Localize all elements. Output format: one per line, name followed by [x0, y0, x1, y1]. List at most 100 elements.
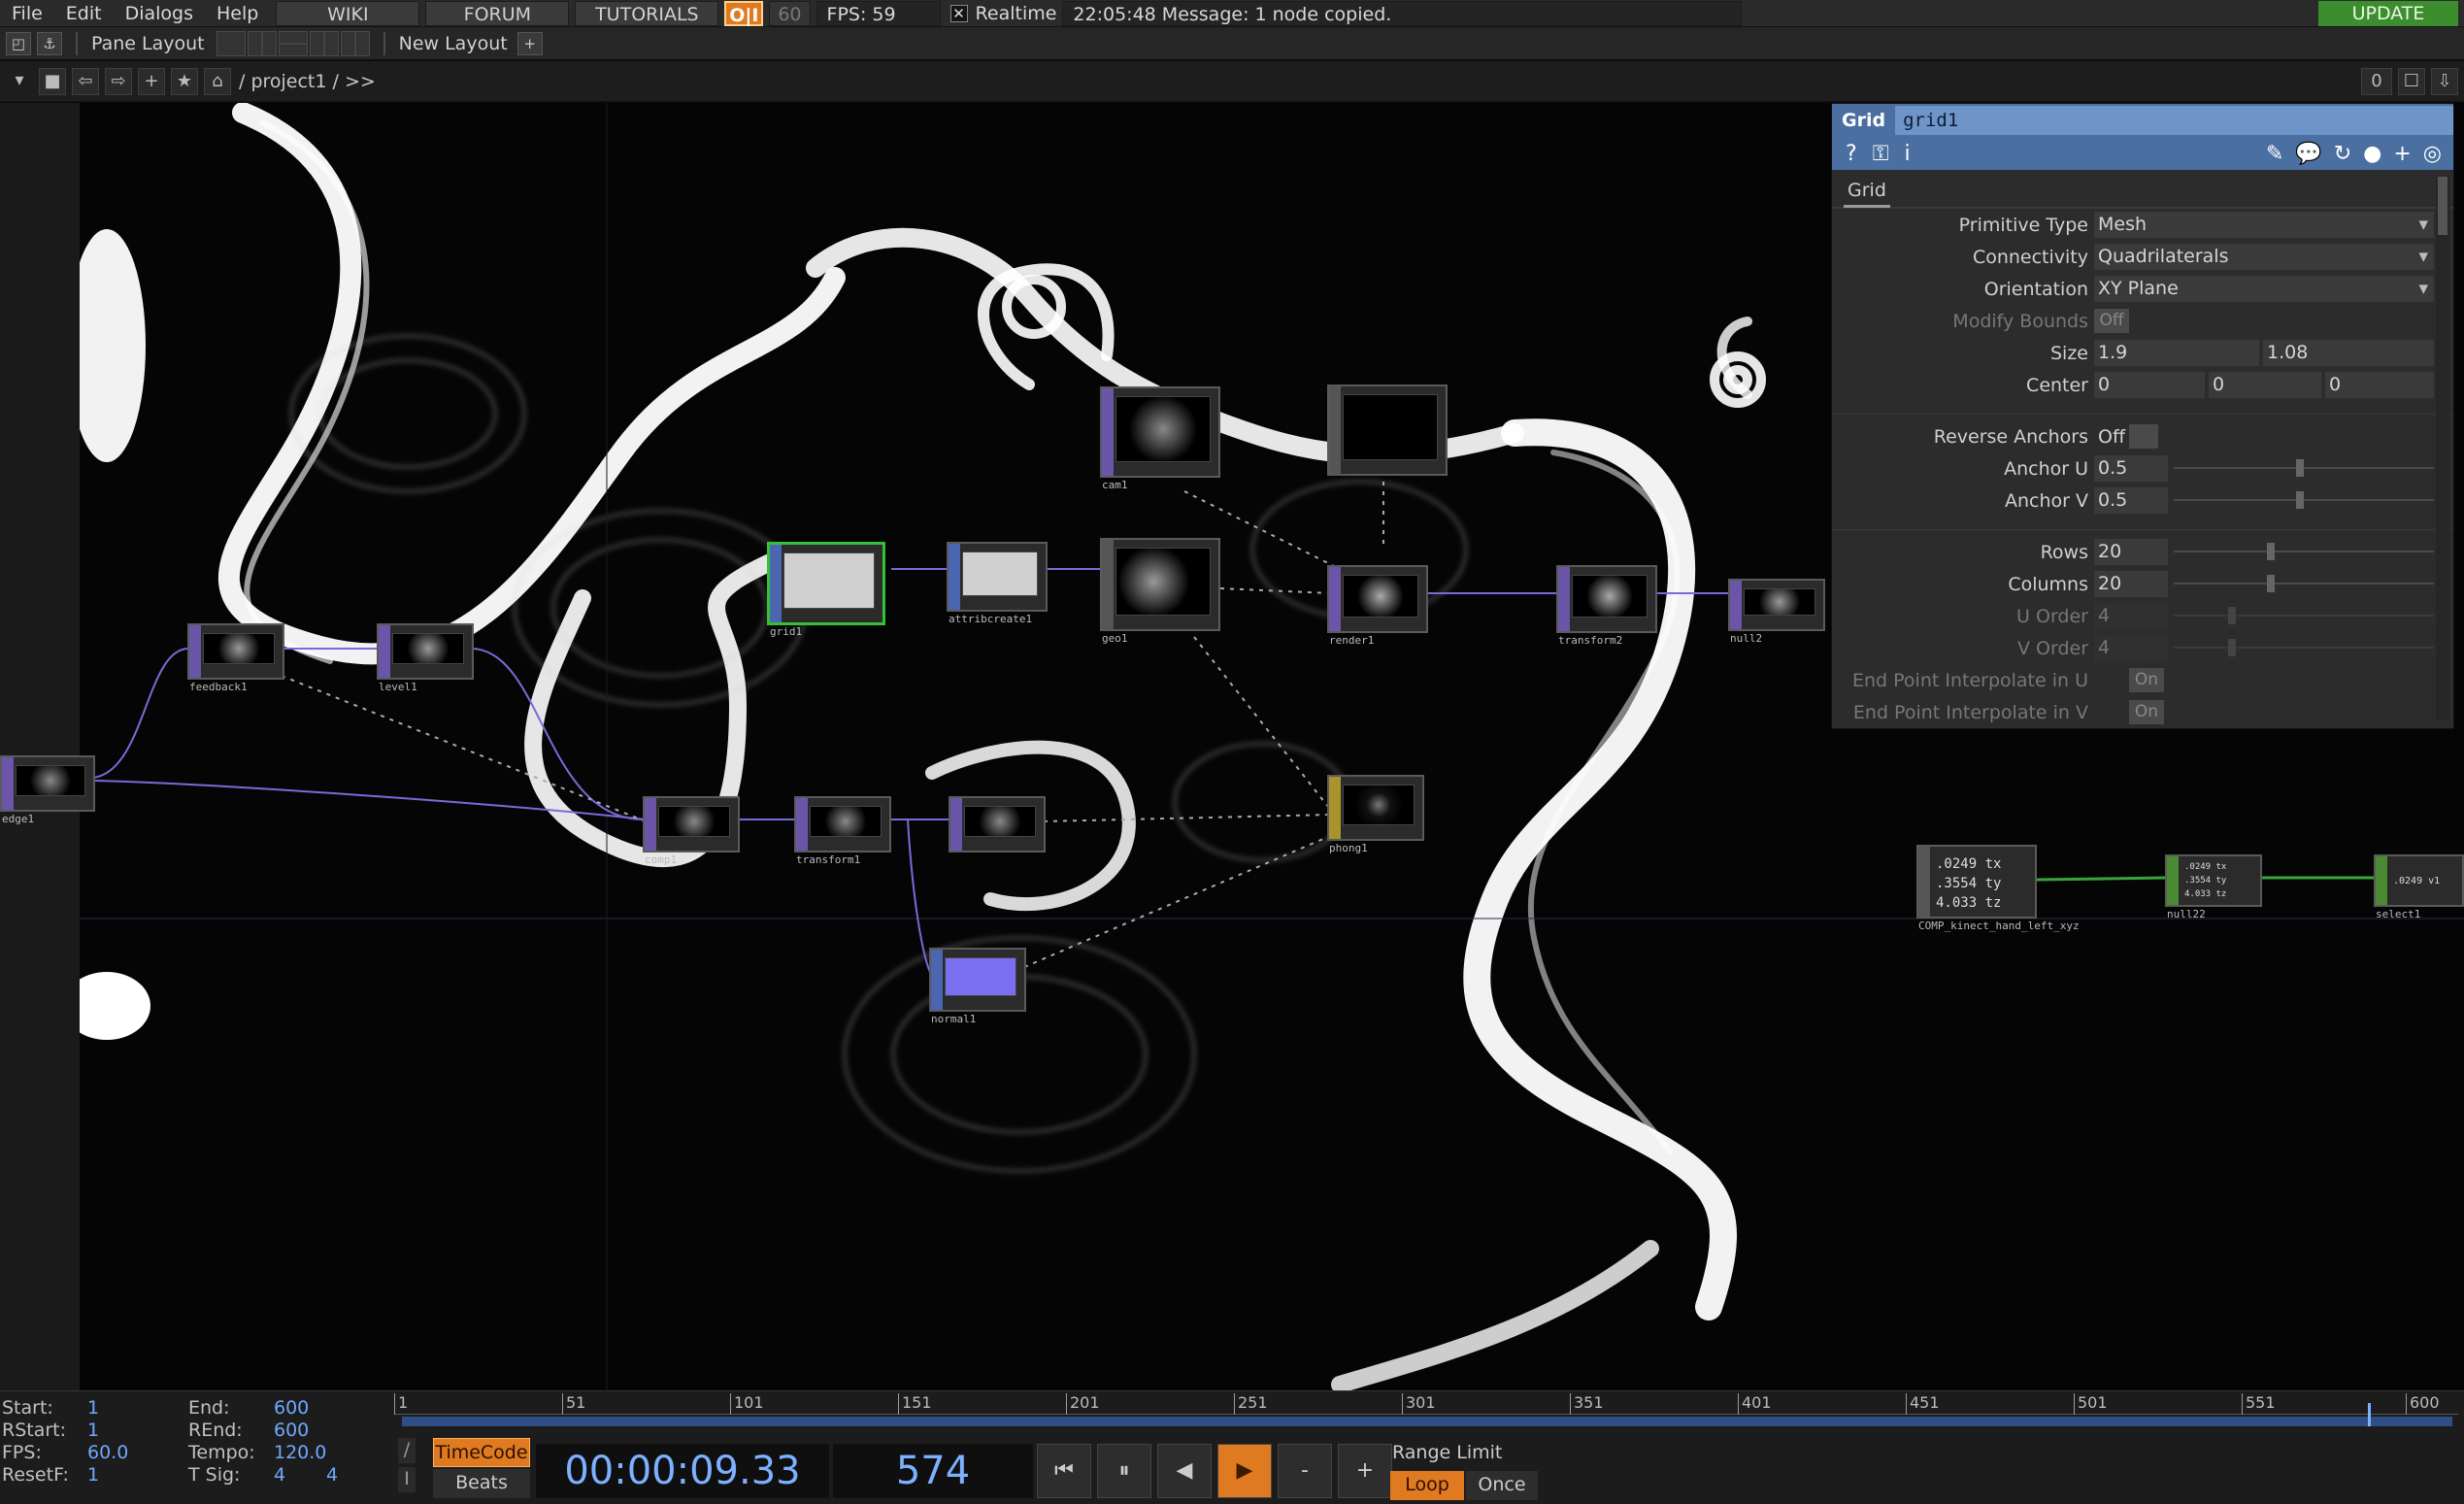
node-input[interactable]	[1918, 847, 1930, 917]
node-input[interactable]	[770, 545, 782, 622]
node-input[interactable]	[949, 544, 960, 610]
parameter-scrollbar[interactable]	[2436, 177, 2449, 720]
node-input[interactable]	[1102, 388, 1114, 476]
modify-bounds-toggle[interactable]: Off	[2094, 309, 2129, 333]
v-order-slider[interactable]	[2174, 647, 2434, 649]
slider-handle[interactable]	[2228, 607, 2236, 624]
u-order-field[interactable]: 4	[2094, 603, 2168, 629]
help-icon[interactable]: ?	[1846, 142, 1857, 166]
epu-toggle[interactable]: On	[2129, 668, 2164, 692]
node-transform2[interactable]: transform2	[1556, 565, 1657, 647]
end-value[interactable]: 600	[274, 1397, 309, 1420]
columns-slider[interactable]	[2174, 583, 2434, 585]
realtime-checkbox[interactable]: ✕	[949, 4, 968, 22]
anchor-u-field[interactable]: 0.5	[2094, 455, 2168, 482]
python-icon[interactable]: ●	[2363, 142, 2381, 166]
node-input[interactable]	[1329, 386, 1341, 474]
v-order-field[interactable]: 4	[2094, 635, 2168, 661]
node-input[interactable]	[2376, 856, 2387, 905]
add-icon[interactable]: +	[2393, 142, 2411, 166]
tsig-numerator[interactable]: 4	[274, 1464, 285, 1487]
anchor-u-slider[interactable]	[2174, 467, 2434, 469]
node-null2[interactable]: null2	[1728, 579, 1825, 645]
step-minus-button[interactable]: -	[1278, 1444, 1332, 1498]
timeline-track[interactable]	[402, 1403, 2452, 1426]
layout-split-vertical-button[interactable]	[247, 30, 277, 56]
home-icon[interactable]: ⌂	[204, 67, 231, 95]
center-z-field[interactable]: 0	[2325, 372, 2434, 398]
center-y-field[interactable]: 0	[2209, 372, 2321, 398]
menu-edit[interactable]: Edit	[54, 0, 114, 27]
tutorials-button[interactable]: TUTORIALS	[575, 0, 719, 26]
node-input[interactable]	[1329, 567, 1341, 631]
node-comp-kinect-hand-left-xyz[interactable]: .0249 tx .3554 ty 4.033 tz COMP_kinect_h…	[1916, 845, 2080, 932]
fps-value[interactable]: 60.0	[87, 1442, 128, 1464]
once-button[interactable]: Once	[1466, 1471, 1538, 1500]
step-back-icon[interactable]: ◀	[1157, 1444, 1212, 1498]
node-feedback1[interactable]: feedback1	[187, 623, 284, 693]
timecode-display[interactable]: 00:00:09.33	[536, 1444, 829, 1498]
forward-arrow-icon[interactable]: ⇨	[105, 67, 132, 95]
node-render1[interactable]: render1	[1327, 565, 1428, 647]
star-icon[interactable]: ★	[171, 67, 198, 95]
node-comp1[interactable]: comp1	[643, 796, 740, 866]
step-plus-button[interactable]: +	[1338, 1444, 1392, 1498]
layout-four-button[interactable]	[340, 30, 370, 56]
timecode-mode-button[interactable]: TimeCode	[433, 1438, 530, 1467]
scrollbar-thumb[interactable]	[2438, 177, 2447, 235]
node-phong1[interactable]: phong1	[1327, 775, 1424, 854]
frame-display[interactable]: 574	[833, 1444, 1033, 1498]
node-input[interactable]	[2, 757, 14, 810]
comment-icon[interactable]: 💬	[2295, 142, 2321, 166]
info-icon[interactable]: i	[1904, 142, 1910, 166]
slash-icon[interactable]: /	[398, 1438, 416, 1463]
maximize-icon[interactable]: ☐	[2398, 67, 2425, 95]
node-edge1[interactable]: edge1	[0, 755, 95, 825]
node-level1[interactable]: level1	[377, 623, 474, 693]
layout-split-horizontal-button[interactable]	[278, 30, 308, 56]
size-y-field[interactable]: 1.08	[2263, 340, 2434, 366]
back-arrow-icon[interactable]: ⇦	[72, 67, 99, 95]
pause-icon[interactable]: ⏸	[1097, 1444, 1151, 1498]
start-value[interactable]: 1	[87, 1397, 99, 1420]
node-feedback-out[interactable]	[949, 796, 1046, 852]
timeline-ruler[interactable]: 1 51 101 151 201 251 301 351 401 451 501 551 600	[394, 1393, 2458, 1415]
stop-icon[interactable]: ■	[39, 67, 66, 95]
rows-field[interactable]: 20	[2094, 539, 2168, 565]
python-help-icon[interactable]: ⚿	[1873, 142, 1889, 166]
tempo-value[interactable]: 120.0	[274, 1442, 326, 1464]
node-input[interactable]	[379, 625, 390, 678]
anchor-v-slider[interactable]	[2174, 499, 2434, 501]
loop-button[interactable]: Loop	[1390, 1471, 1464, 1500]
wiki-button[interactable]: WIKI	[276, 0, 420, 26]
node-input[interactable]	[1730, 581, 1742, 629]
node-input[interactable]	[950, 798, 962, 851]
node-input[interactable]	[931, 950, 943, 1010]
bar-icon[interactable]: I	[398, 1467, 416, 1492]
anchor-icon[interactable]: ⚓	[37, 31, 62, 55]
connectivity-menu[interactable]: Quadrilaterals	[2094, 244, 2434, 270]
export-icon[interactable]: ⇩	[2431, 67, 2458, 95]
node-input[interactable]	[645, 798, 656, 851]
beats-mode-button[interactable]: Beats	[433, 1469, 530, 1498]
add-icon[interactable]: +	[138, 67, 165, 95]
rewind-icon[interactable]: ⏮	[1037, 1444, 1091, 1498]
rstart-value[interactable]: 1	[87, 1420, 99, 1442]
rend-value[interactable]: 600	[274, 1420, 309, 1442]
slider-handle[interactable]	[2267, 575, 2275, 592]
center-x-field[interactable]: 0	[2094, 372, 2205, 398]
size-x-field[interactable]: 1.9	[2094, 340, 2259, 366]
node-attribcreate1[interactable]: attribcreate1	[947, 542, 1048, 625]
chevron-down-icon[interactable]: ▾	[6, 68, 33, 95]
slider-handle[interactable]	[2228, 639, 2236, 656]
new-layout-add-button[interactable]: +	[516, 31, 543, 55]
slider-handle[interactable]	[2267, 543, 2275, 560]
layout-single-button[interactable]	[216, 30, 246, 56]
play-icon[interactable]: ▶	[1217, 1444, 1272, 1498]
operator-name-field[interactable]: grid1	[1895, 106, 2453, 135]
node-cam1[interactable]: cam1	[1100, 386, 1220, 491]
update-button[interactable]: UPDATE	[2318, 1, 2458, 26]
primitive-type-menu[interactable]: Mesh	[2094, 212, 2434, 238]
layout-icon[interactable]: ◰	[6, 31, 31, 55]
epv-toggle[interactable]: On	[2129, 700, 2164, 724]
